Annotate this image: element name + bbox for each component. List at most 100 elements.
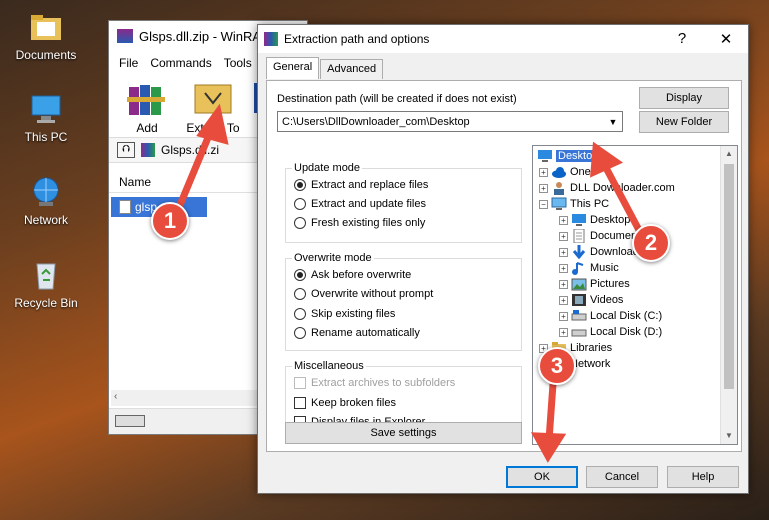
user-icon [554, 182, 564, 195]
tree-item-pictures[interactable]: + Pictures [559, 276, 630, 292]
dialog-titlebar[interactable]: Extraction path and options ? ✕ [258, 25, 748, 53]
scroll-up-icon[interactable]: ▲ [721, 146, 737, 162]
radio-selected-icon[interactable] [294, 269, 306, 281]
scrollbar-thumb[interactable] [724, 164, 734, 389]
film-icon [572, 294, 586, 306]
tree-item-onedrive[interactable]: + OneD [539, 164, 599, 180]
extraction-dialog: Extraction path and options ? ✕ General … [257, 24, 749, 494]
expand-plus-icon[interactable]: + [559, 279, 568, 289]
desktop-monitor-icon [572, 214, 586, 226]
expand-plus-icon[interactable]: + [559, 263, 568, 273]
radio-overwrite-without-prompt[interactable]: Overwrite without prompt [294, 288, 433, 300]
checkbox-disabled-icon [294, 377, 306, 389]
radio-icon[interactable] [294, 327, 306, 339]
new-folder-button[interactable]: New Folder [639, 111, 729, 133]
tree-item-music[interactable]: + Music [559, 260, 619, 276]
general-tab-panel: Destination path (will be created if doe… [266, 80, 742, 452]
add-label: Add [136, 121, 158, 135]
desktop-icon-thispc[interactable]: This PC [8, 92, 84, 144]
help-question-button[interactable]: ? [660, 30, 704, 48]
menu-file[interactable]: File [119, 56, 138, 70]
update-mode-title: Update mode [292, 162, 363, 174]
tree-item-desktop-root[interactable]: Desktop [537, 148, 601, 164]
menu-tools[interactable]: Tools [224, 56, 252, 70]
radio-extract-update[interactable]: Extract and update files [294, 198, 426, 210]
overwrite-mode-group: Overwrite mode Ask before overwrite Over… [285, 252, 522, 351]
help-button[interactable]: Help [667, 466, 739, 488]
tree-vertical-scrollbar[interactable]: ▲ ▼ [720, 146, 737, 444]
close-icon[interactable]: ✕ [704, 30, 748, 48]
expand-plus-icon[interactable]: + [539, 167, 548, 177]
desktop-icon-label: This PC [24, 130, 68, 144]
tree-item-local-disk-d[interactable]: + Local Disk (D:) [559, 324, 662, 340]
desktop-icon-documents[interactable]: Documents [8, 10, 84, 62]
expand-plus-icon[interactable]: + [559, 295, 568, 305]
folder-tree[interactable]: Desktop + OneD + DLL Downloader.com − Th… [532, 145, 738, 445]
tree-item-pc-desktop[interactable]: + Desktop [559, 212, 630, 228]
chevron-down-icon[interactable]: ▼ [604, 117, 622, 127]
expand-plus-icon[interactable]: + [559, 231, 568, 241]
desktop-icon-label: Network [23, 213, 68, 227]
winrar-app-icon [264, 32, 278, 46]
radio-icon[interactable] [294, 288, 306, 300]
tree-item-user[interactable]: + DLL Downloader.com [539, 180, 675, 196]
destination-path-combobox[interactable]: C:\Users\DllDownloader_com\Desktop ▼ [277, 111, 623, 132]
cloud-icon [552, 167, 566, 178]
download-arrow-icon [572, 245, 586, 259]
cancel-button[interactable]: Cancel [586, 466, 658, 488]
save-settings-button[interactable]: Save settings [285, 422, 522, 444]
step-badge-1: 1 [151, 202, 189, 240]
expand-plus-icon[interactable]: + [539, 183, 548, 193]
tab-general[interactable]: General [266, 57, 320, 79]
expand-plus-icon[interactable]: + [559, 215, 568, 225]
hard-drive-icon [571, 310, 587, 321]
extract-folder-icon [191, 79, 235, 117]
tree-item-thispc[interactable]: − This PC [539, 196, 609, 212]
radio-skip-existing[interactable]: Skip existing files [294, 308, 395, 320]
ok-button[interactable]: OK [506, 466, 578, 488]
radio-icon[interactable] [294, 308, 306, 320]
scroll-left-icon[interactable]: ‹ [114, 391, 117, 402]
tree-item-local-disk-c[interactable]: + Local Disk (C:) [559, 308, 662, 324]
document-icon [573, 229, 585, 243]
check-extract-subfolders: Extract archives to subfolders [294, 377, 455, 389]
radio-icon[interactable] [294, 217, 306, 229]
up-folder-icon[interactable]: ⮉ [117, 142, 135, 158]
computer-icon [551, 197, 567, 210]
desktop-icon-label: Documents [15, 48, 77, 62]
radio-ask-before-overwrite[interactable]: Ask before overwrite [294, 269, 411, 281]
desktop-icon-label: Recycle Bin [14, 296, 78, 310]
step-badge-3: 3 [538, 347, 576, 385]
menu-commands[interactable]: Commands [150, 56, 211, 70]
update-mode-group: Update mode Extract and replace files Ex… [285, 162, 522, 243]
expand-plus-icon[interactable]: + [559, 247, 568, 257]
radio-rename-automatically[interactable]: Rename automatically [294, 327, 420, 339]
radio-fresh-existing[interactable]: Fresh existing files only [294, 217, 425, 229]
check-keep-broken[interactable]: Keep broken files [294, 397, 396, 409]
radio-selected-icon[interactable] [294, 179, 306, 191]
music-note-icon [572, 262, 584, 275]
radio-icon[interactable] [294, 198, 306, 210]
destination-path-value: C:\Users\DllDownloader_com\Desktop [282, 115, 470, 128]
tree-item-videos[interactable]: + Videos [559, 292, 623, 308]
extract-to-button[interactable]: Extract To [183, 79, 243, 135]
scroll-down-icon[interactable]: ▼ [721, 428, 737, 444]
add-button[interactable]: Add [119, 79, 175, 135]
archive-books-icon [125, 79, 169, 117]
display-button[interactable]: Display [639, 87, 729, 109]
extract-to-label: Extract To [186, 121, 240, 135]
desktop-icon-recyclebin[interactable]: Recycle Bin [8, 258, 84, 310]
collapse-minus-icon[interactable]: − [539, 199, 548, 209]
expand-plus-icon[interactable]: + [559, 311, 568, 321]
step-badge-2: 2 [632, 224, 670, 262]
desktop-icon-network[interactable]: Network [8, 175, 84, 227]
dll-file-icon [119, 200, 131, 214]
expand-plus-icon[interactable]: + [559, 327, 568, 337]
tab-advanced[interactable]: Advanced [320, 59, 384, 79]
winrar-title: Glsps.dll.zip - WinRA [139, 28, 262, 44]
checkbox-icon[interactable] [294, 397, 306, 409]
recycle-bin-icon [29, 258, 63, 292]
pictures-icon [571, 278, 587, 291]
dialog-tabs: General Advanced [266, 57, 384, 79]
radio-extract-replace[interactable]: Extract and replace files [294, 179, 428, 191]
